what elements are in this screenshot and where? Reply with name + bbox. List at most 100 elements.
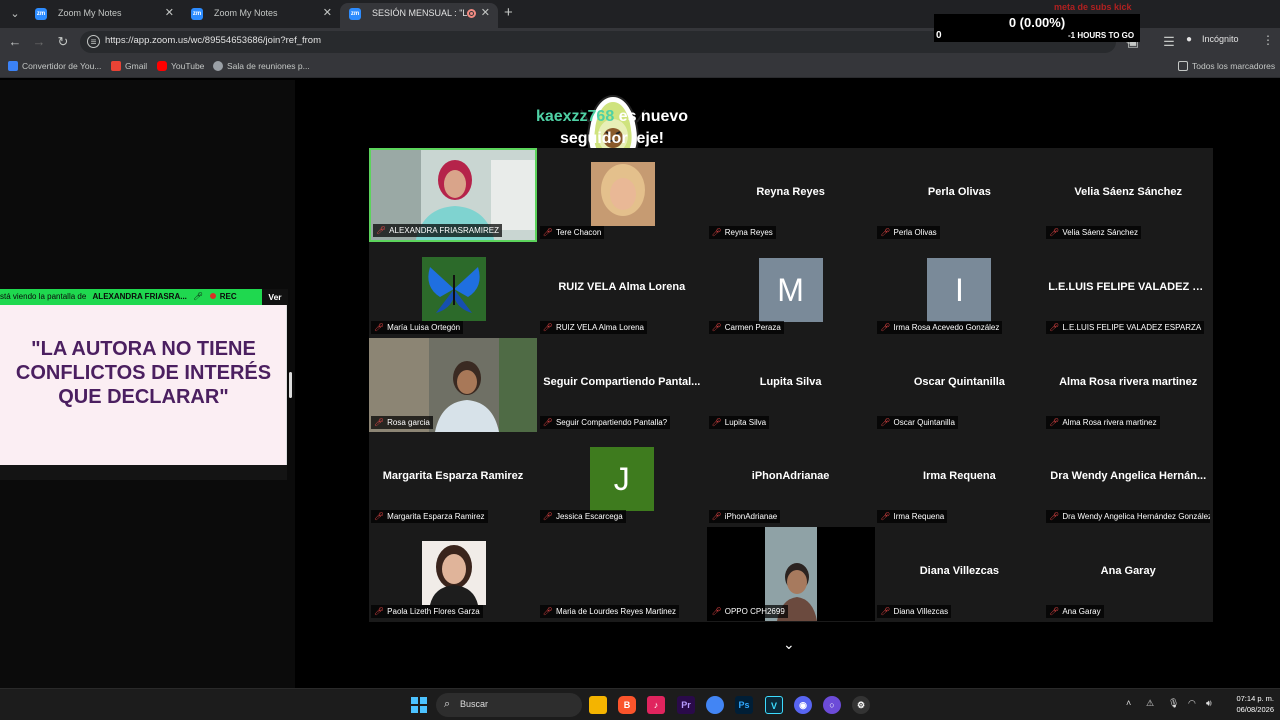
wifi-icon[interactable]: ◠ — [1188, 698, 1196, 709]
participant-tile[interactable]: 🎤︎ Maria de Lourdes Reyes Martinez — [537, 527, 706, 622]
mic-muted-icon: 🎤︎ — [880, 322, 891, 332]
participant-tile[interactable]: iPhonAdrianae 🎤︎ iPhonAdrianae — [706, 432, 875, 527]
recording-icon — [467, 9, 476, 18]
participant-tile[interactable]: RUIZ VELA Alma Lorena 🎤︎ RUIZ VELA Alma Lo… — [537, 242, 706, 337]
site-info-icon[interactable]: ≡ — [87, 35, 100, 48]
reading-list-icon[interactable]: ☰ — [1160, 33, 1178, 51]
shared-slide: "LA AUTORA NO TIENE CONFLICTOS DE INTERÉ… — [0, 305, 287, 465]
browser-menu-icon[interactable]: ⋮ — [1262, 33, 1274, 47]
browser-tab-1[interactable]: zm Zoom My Notes ✕ — [26, 3, 182, 28]
participant-tile[interactable]: Velia Sáenz Sánchez 🎤︎ Velia Sáenz Sánchez — [1044, 148, 1213, 242]
windows-start-icon[interactable] — [410, 696, 428, 714]
chrome-icon[interactable] — [706, 696, 724, 714]
participant-label-text: Ana Garay — [1062, 607, 1101, 617]
discord-icon[interactable]: ◉ — [794, 696, 812, 714]
participant-label-text: L.E.LUIS FELIPE VALADEZ ESPARZA — [1062, 322, 1202, 332]
bookmark-youtube-converter[interactable]: Convertidor de You... — [8, 61, 101, 71]
participant-tile[interactable]: Alma Rosa rivera martinez 🎤︎ Alma Rosa riv… — [1044, 337, 1213, 432]
share-banner-name: ALEXANDRA FRIASRA... — [92, 292, 187, 301]
participant-tile[interactable]: Ana Garay 🎤︎ Ana Garay — [1044, 527, 1213, 622]
microphone-icon[interactable]: 🎙︎ — [1168, 698, 1179, 709]
participant-name-label: 🎤︎ ALEXANDRA FRIASRAMIREZ — [373, 224, 502, 237]
participant-label-text: Margarita Esparza Ramirez — [387, 512, 485, 522]
bookmark-gmail[interactable]: Gmail — [111, 61, 147, 71]
participant-label-text: Velia Sáenz Sánchez — [1062, 228, 1138, 237]
participant-name: Seguir Compartiendo Pantal... — [543, 375, 701, 388]
back-arrow-icon[interactable]: ← — [6, 33, 24, 51]
bookmark-meeting-room[interactable]: Sala de reuniones p... — [213, 61, 310, 71]
incognito-indicator[interactable]: ● Incógnito — [1186, 34, 1239, 45]
mic-muted-icon: 🎤︎ — [711, 417, 722, 427]
participant-tile[interactable]: 🎤︎ OPPO CPH2699 — [706, 527, 875, 622]
url-text[interactable]: https://app.zoom.us/wc/89554653686/join?… — [105, 35, 321, 46]
participant-tile[interactable]: Perla Olivas 🎤︎ Perla Olivas — [875, 148, 1044, 242]
browser-tab-2[interactable]: zm Zoom My Notes ✕ — [182, 3, 340, 28]
subs-goal-start: 0 — [936, 30, 942, 41]
participant-tile[interactable]: Margarita Esparza Ramirez 🎤︎ Margarita Esp… — [369, 432, 537, 527]
participant-name-label: 🎤︎ Ana Garay — [1046, 605, 1104, 619]
tab-close-icon[interactable]: ✕ — [165, 3, 174, 24]
app-circle-icon[interactable]: ○ — [823, 696, 841, 714]
participant-tile[interactable]: I 🎤︎ Irma Rosa Acevedo González — [875, 242, 1044, 337]
tab-close-icon[interactable]: ✕ — [481, 3, 490, 24]
mic-muted-icon: 🎤︎ — [880, 228, 891, 237]
participant-label-text: Tere Chacon — [555, 228, 602, 237]
participant-tile[interactable]: 🎤︎ ALEXANDRA FRIASRAMIREZ — [369, 148, 537, 242]
view-options-button[interactable]: Ver — [262, 289, 288, 305]
clock-date: 06/08/2026 — [1236, 705, 1274, 714]
browser-tab-3-active[interactable]: zm SESIÓN MENSUAL : "Lactan ✕ — [340, 3, 498, 28]
video-editor-icon[interactable]: V — [765, 696, 783, 714]
participant-tile[interactable]: Seguir Compartiendo Pantal... 🎤︎ Seguir Co… — [537, 337, 706, 432]
participant-name: Reyna Reyes — [756, 186, 825, 198]
premiere-icon[interactable]: Pr — [677, 696, 695, 714]
participant-label-text: ALEXANDRA FRIASRAMIREZ — [389, 226, 499, 235]
participant-name-label: 🎤︎ Alma Rosa rivera martinez — [1046, 415, 1160, 429]
mic-muted-icon: 🎤︎ — [542, 228, 553, 237]
participant-tile[interactable]: Irma Requena 🎤︎ Irma Requena — [875, 432, 1044, 527]
bookmarks-all-folder[interactable]: Todos los marcadores — [1178, 61, 1275, 71]
forward-arrow-icon[interactable]: → — [30, 33, 48, 51]
participant-tile[interactable]: 🎤︎ Paola Lizeth Flores Garza — [369, 527, 537, 622]
participant-tile[interactable]: M 🎤︎ Carmen Peraza — [706, 242, 875, 337]
participant-tile[interactable]: Diana Villezcas 🎤︎ Diana Villezcas — [875, 527, 1044, 622]
mic-muted-icon: 🎤︎ — [542, 322, 553, 332]
participant-tile[interactable]: 🎤︎ María Luisa Ortegón — [369, 242, 537, 337]
reload-icon[interactable]: ↻ — [54, 33, 72, 51]
volume-icon[interactable]: 🔊︎ — [1206, 698, 1212, 709]
tiktok-icon[interactable]: ♪ — [647, 696, 665, 714]
participant-tile[interactable]: 🎤︎ Tere Chacon — [537, 148, 706, 242]
tray-overflow-icon[interactable]: ˄ — [1126, 698, 1131, 708]
participant-tile[interactable]: Dra Wendy Angelica Hernán... 🎤︎ Dra Wendy … — [1044, 432, 1213, 527]
clock-time: 07:14 p. m. — [1236, 694, 1274, 703]
participant-tile[interactable]: Lupita Silva 🎤︎ Lupita Silva — [706, 337, 875, 432]
participant-tile[interactable]: L.E.LUIS FELIPE VALADEZ ES... 🎤︎ L.E.LUIS … — [1044, 242, 1213, 337]
network-icon[interactable]: ⚠ — [1146, 698, 1154, 709]
participant-tile[interactable]: Reyna Reyes 🎤︎ Reyna Reyes — [706, 148, 875, 242]
panel-resize-handle[interactable] — [289, 372, 292, 398]
system-clock[interactable]: 07:14 p. m. 06/08/2026 — [1222, 693, 1274, 715]
bookmark-youtube[interactable]: YouTube — [157, 61, 204, 71]
participant-label-text: Maria de Lourdes Reyes Martinez — [555, 607, 677, 617]
mic-muted-icon: 🎤︎ — [542, 607, 553, 617]
photoshop-icon[interactable]: Ps — [735, 696, 753, 714]
tab-search-icon[interactable]: ⌄ — [6, 5, 24, 23]
new-tab-button[interactable]: + — [504, 4, 513, 21]
chevron-down-icon[interactable]: ⌄ — [783, 636, 795, 653]
participant-tile[interactable]: J 🎤︎ Jessica Escarcega — [537, 432, 706, 527]
participant-name-label: 🎤︎ Margarita Esparza Ramirez — [371, 510, 488, 524]
tab-close-icon[interactable]: ✕ — [323, 3, 332, 24]
participant-tile[interactable]: 🎤︎ Rosa garcia — [369, 337, 537, 432]
brave-browser-icon[interactable]: B — [618, 696, 636, 714]
windows-taskbar: ⌕ Buscar B ♪ Pr Ps V ◉ ○ ⚙ ˄ ⚠ 🎙︎ ◠ 🔊︎ 0… — [0, 688, 1280, 720]
participant-name: iPhonAdrianae — [751, 470, 830, 483]
mic-muted-icon: 🎤︎ — [374, 607, 385, 617]
participant-name: Alma Rosa rivera martinez — [1059, 375, 1198, 388]
taskbar-search[interactable]: ⌕ Buscar — [436, 693, 582, 717]
folder-icon — [1178, 61, 1188, 71]
participant-tile[interactable]: Oscar Quintanilla 🎤︎ Oscar Quintanilla — [875, 337, 1044, 432]
bookmark-label: Convertidor de You... — [22, 61, 102, 71]
file-explorer-icon[interactable] — [589, 696, 607, 714]
participant-name: L.E.LUIS FELIPE VALADEZ ES... — [1048, 280, 1213, 293]
app-settings-icon[interactable]: ⚙ — [852, 696, 870, 714]
follower-text-line1: es nuevo — [614, 108, 689, 125]
